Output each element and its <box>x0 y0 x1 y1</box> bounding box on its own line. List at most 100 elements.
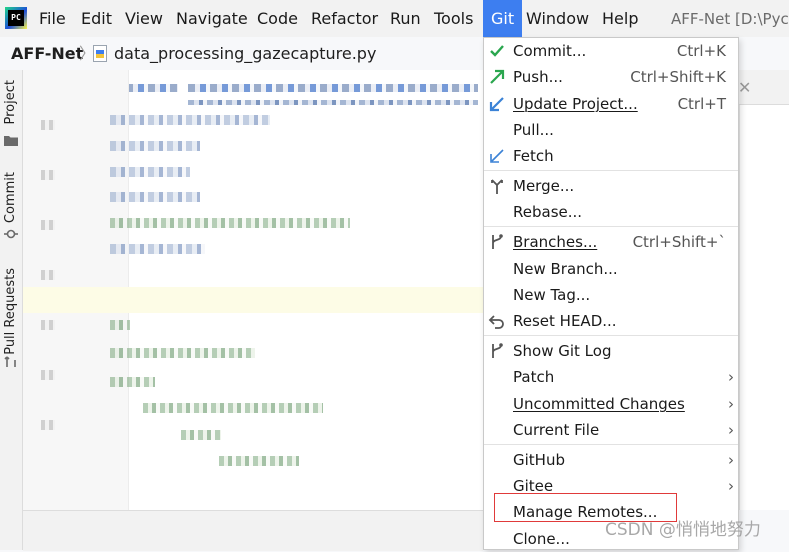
code-editor[interactable] <box>23 70 483 510</box>
menu-item-branches[interactable]: Branches... Ctrl+Shift+` <box>484 229 738 255</box>
git-dropdown-menu: Commit... Ctrl+K Push... Ctrl+Shift+K Up… <box>483 37 739 550</box>
menu-item-label: Branches... <box>513 233 598 251</box>
menu-help[interactable]: Help <box>602 9 638 29</box>
menu-item-push[interactable]: Push... Ctrl+Shift+K <box>484 64 738 90</box>
blurred-code-line <box>110 244 205 254</box>
menu-item-github[interactable]: GitHub › <box>484 447 738 473</box>
menu-item-commit[interactable]: Commit... Ctrl+K <box>484 38 738 64</box>
tool-window-strip: Project Commit Pull Requests <box>0 70 23 550</box>
menu-item-merge[interactable]: Merge... <box>484 173 738 199</box>
menu-item-shortcut: Ctrl+Shift+K <box>630 68 726 86</box>
chevron-right-icon: › <box>728 395 734 413</box>
menu-item-shortcut: Ctrl+T <box>677 95 726 113</box>
gutter-mark <box>41 120 55 130</box>
folder-icon <box>4 136 18 146</box>
menu-item-label: Rebase... <box>513 203 583 221</box>
menu-item-label: Merge... <box>513 177 575 195</box>
commit-icon <box>4 229 18 239</box>
menu-separator <box>484 444 738 445</box>
blurred-code-line <box>219 456 299 466</box>
menu-separator <box>484 335 738 336</box>
close-icon[interactable]: ✕ <box>738 78 751 98</box>
current-line-highlight <box>23 287 483 313</box>
menu-tools[interactable]: Tools <box>434 9 473 29</box>
breadcrumb-project[interactable]: AFF-Net <box>11 44 83 64</box>
menu-item-uncommitted-changes[interactable]: Uncommitted Changes › <box>484 391 738 417</box>
blurred-code-line <box>110 218 350 228</box>
menu-edit[interactable]: Edit <box>81 9 112 29</box>
chevron-right-icon: › <box>728 451 734 469</box>
active-tab-underline <box>188 100 478 105</box>
breadcrumb-file[interactable]: data_processing_gazecapture.py <box>114 44 376 64</box>
git-log-icon <box>492 343 503 358</box>
menu-item-label: Pull... <box>513 121 554 139</box>
menu-item-show-git-log[interactable]: Show Git Log <box>484 338 738 364</box>
menu-item-current-file[interactable]: Current File › <box>484 417 738 443</box>
chevron-right-icon: › <box>728 368 734 386</box>
pycharm-logo-icon: PC <box>5 7 27 29</box>
editor-tab-blurred <box>188 84 478 92</box>
highlight-annotation-box <box>494 493 677 522</box>
menu-item-fetch[interactable]: Fetch <box>484 143 738 169</box>
menu-bar: PC File Edit View Navigate Code Refactor… <box>0 0 789 37</box>
menu-item-label: Clone... <box>513 530 570 548</box>
gutter-mark <box>41 420 55 430</box>
menu-run[interactable]: Run <box>390 9 421 29</box>
editor-bottom-panel <box>23 510 483 551</box>
menu-item-shortcut: Ctrl+Shift+` <box>632 233 726 251</box>
tool-tab-commit[interactable]: Commit <box>2 172 20 223</box>
menu-item-label: New Tag... <box>513 286 591 304</box>
menu-item-label: Patch <box>513 368 555 386</box>
gutter-mark <box>41 320 55 330</box>
menu-item-label: Push... <box>513 68 563 86</box>
gutter-mark <box>41 170 55 180</box>
menu-item-label: Update Project... <box>513 95 638 113</box>
blurred-code-line <box>110 192 200 202</box>
menu-item-pull[interactable]: Pull... <box>484 117 738 143</box>
undo-icon <box>488 315 504 329</box>
gutter-mark <box>41 370 55 380</box>
fetch-arrow-icon <box>490 149 504 163</box>
blurred-code-line <box>143 403 323 413</box>
menu-item-new-tag[interactable]: New Tag... <box>484 282 738 308</box>
gutter-mark <box>41 270 55 280</box>
chevron-right-icon: › <box>728 421 734 439</box>
check-icon <box>490 45 504 57</box>
gutter-mark <box>41 220 55 230</box>
menu-item-label: New Branch... <box>513 260 618 278</box>
menu-item-reset-head[interactable]: Reset HEAD... <box>484 308 738 334</box>
menu-item-new-branch[interactable]: New Branch... <box>484 256 738 282</box>
menu-item-label: Commit... <box>513 42 587 60</box>
tool-tab-project[interactable]: Project <box>2 80 20 124</box>
blurred-code-line <box>110 167 190 177</box>
update-arrow-icon <box>489 97 504 112</box>
blurred-code-line <box>110 320 130 330</box>
menu-code[interactable]: Code <box>257 9 298 29</box>
blurred-code-line <box>110 377 155 387</box>
window-title: AFF-Net [D:\Pych <box>671 10 789 28</box>
watermark-text: CSDN @悄悄地努力 <box>605 520 761 540</box>
blurred-code-line <box>110 115 270 125</box>
menu-item-update-project[interactable]: Update Project... Ctrl+T <box>484 91 738 117</box>
tool-tab-pull-requests[interactable]: Pull Requests <box>2 268 20 355</box>
menu-separator <box>484 226 738 227</box>
menu-window[interactable]: Window <box>526 9 589 29</box>
logo-text: PC <box>8 10 24 26</box>
blurred-code-line <box>110 348 255 358</box>
menu-file[interactable]: File <box>39 9 66 29</box>
menu-item-patch[interactable]: Patch › <box>484 364 738 390</box>
branch-icon <box>492 234 503 249</box>
pull-request-icon <box>4 356 16 367</box>
menu-item-label: Uncommitted Changes <box>513 395 685 413</box>
chevron-right-icon: › <box>728 477 734 495</box>
menu-item-rebase[interactable]: Rebase... <box>484 199 738 225</box>
menu-item-label: Show Git Log <box>513 342 612 360</box>
menu-navigate[interactable]: Navigate <box>176 9 248 29</box>
menu-separator <box>484 170 738 171</box>
right-editor-panel <box>739 70 789 510</box>
menu-item-label: Reset HEAD... <box>513 312 617 330</box>
menu-refactor[interactable]: Refactor <box>311 9 378 29</box>
menu-git[interactable]: Git <box>483 0 523 37</box>
menu-view[interactable]: View <box>125 9 163 29</box>
blurred-code-line <box>181 430 221 440</box>
